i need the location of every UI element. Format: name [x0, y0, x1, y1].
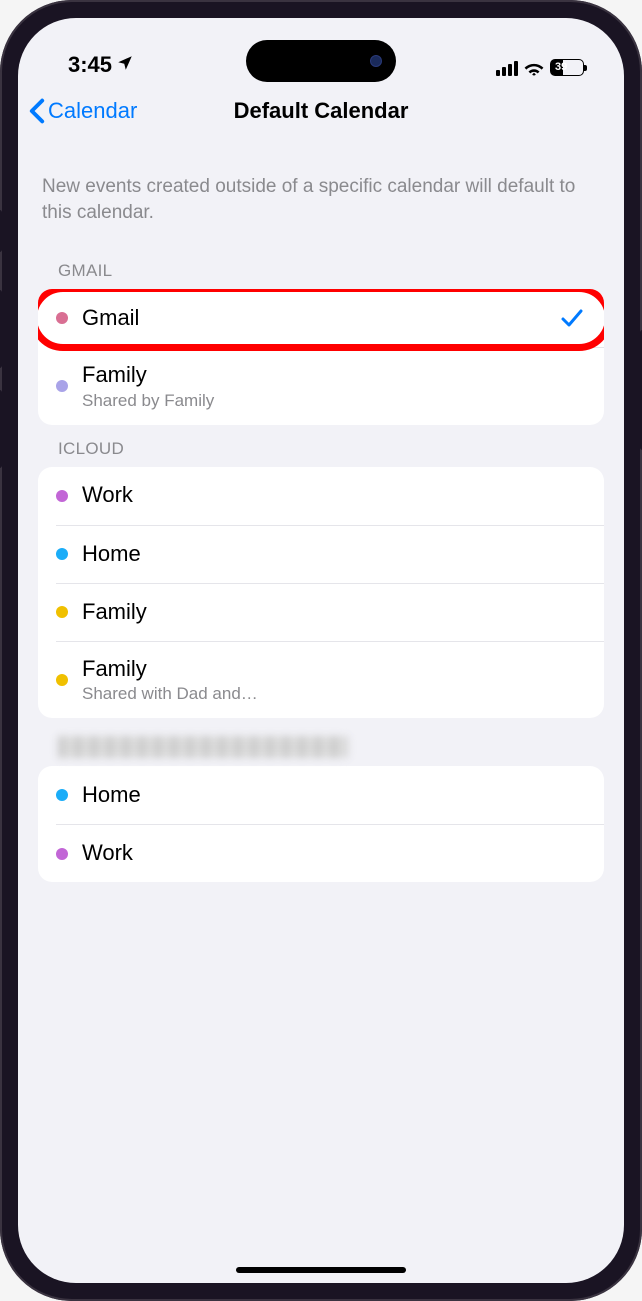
screen: 3:45 39: [18, 18, 624, 1283]
row-text: Work: [82, 482, 584, 508]
battery-icon: 39: [550, 59, 584, 76]
calendar-row[interactable]: FamilyShared with Dad and…: [56, 641, 604, 718]
page-title: Default Calendar: [234, 98, 409, 124]
section-header: GMAIL: [38, 247, 604, 289]
status-time: 3:45: [68, 52, 112, 78]
checkmark-icon: [560, 307, 584, 329]
cellular-signal-icon: [496, 60, 518, 76]
location-icon: [116, 54, 134, 77]
chevron-left-icon: [28, 98, 46, 124]
row-text: Family Shared by Family: [82, 362, 584, 410]
back-label: Calendar: [48, 98, 137, 124]
calendar-row[interactable]: Gmail: [38, 289, 604, 347]
calendar-color-dot-icon: [56, 789, 68, 801]
description-text: New events created outside of a specific…: [38, 140, 604, 247]
calendar-sublabel: Shared with Dad and…: [82, 684, 584, 704]
device-frame: 3:45 39: [0, 0, 642, 1301]
calendar-label: Work: [82, 840, 584, 866]
calendar-color-dot-icon: [56, 548, 68, 560]
calendar-label: Home: [82, 541, 584, 567]
silence-switch: [0, 210, 2, 252]
calendar-row[interactable]: Family Shared by Family: [56, 347, 604, 424]
calendar-sublabel: Shared by Family: [82, 391, 584, 411]
row-text: Family: [82, 599, 584, 625]
calendar-row[interactable]: Home: [56, 525, 604, 583]
calendar-color-dot-icon: [56, 312, 68, 324]
camera-dot-icon: [370, 55, 382, 67]
wifi-icon: [524, 60, 544, 76]
content-scroll[interactable]: New events created outside of a specific…: [18, 140, 624, 1283]
volume-up-button: [0, 290, 2, 368]
calendar-color-dot-icon: [56, 848, 68, 860]
dynamic-island: [246, 40, 396, 82]
section-header: [58, 736, 348, 758]
calendar-row[interactable]: Work: [56, 824, 604, 882]
calendar-label: Home: [82, 782, 584, 808]
calendar-color-dot-icon: [56, 606, 68, 618]
calendar-label: Family: [82, 656, 584, 682]
row-text: Gmail: [82, 305, 546, 331]
back-button[interactable]: Calendar: [28, 98, 137, 124]
home-indicator[interactable]: [236, 1267, 406, 1273]
settings-group: Home Work: [38, 766, 604, 882]
section-header: ICLOUD: [38, 425, 604, 467]
calendar-color-dot-icon: [56, 490, 68, 502]
row-text: FamilyShared with Dad and…: [82, 656, 584, 704]
row-text: Work: [82, 840, 584, 866]
settings-group: Gmail Family Shared by Family: [38, 289, 604, 424]
calendar-color-dot-icon: [56, 674, 68, 686]
row-text: Home: [82, 782, 584, 808]
calendar-row[interactable]: Family: [56, 583, 604, 641]
row-text: Home: [82, 541, 584, 567]
calendar-label: Family: [82, 362, 584, 388]
calendar-label: Family: [82, 599, 584, 625]
navigation-bar: Calendar Default Calendar: [18, 82, 624, 140]
calendar-color-dot-icon: [56, 380, 68, 392]
calendar-row[interactable]: Home: [38, 766, 604, 824]
settings-group: WorkHomeFamilyFamilyShared with Dad and…: [38, 467, 604, 718]
volume-down-button: [0, 390, 2, 468]
calendar-label: Gmail: [82, 305, 546, 331]
calendar-row[interactable]: Work: [38, 467, 604, 525]
battery-percent: 39: [555, 61, 567, 73]
calendar-label: Work: [82, 482, 584, 508]
